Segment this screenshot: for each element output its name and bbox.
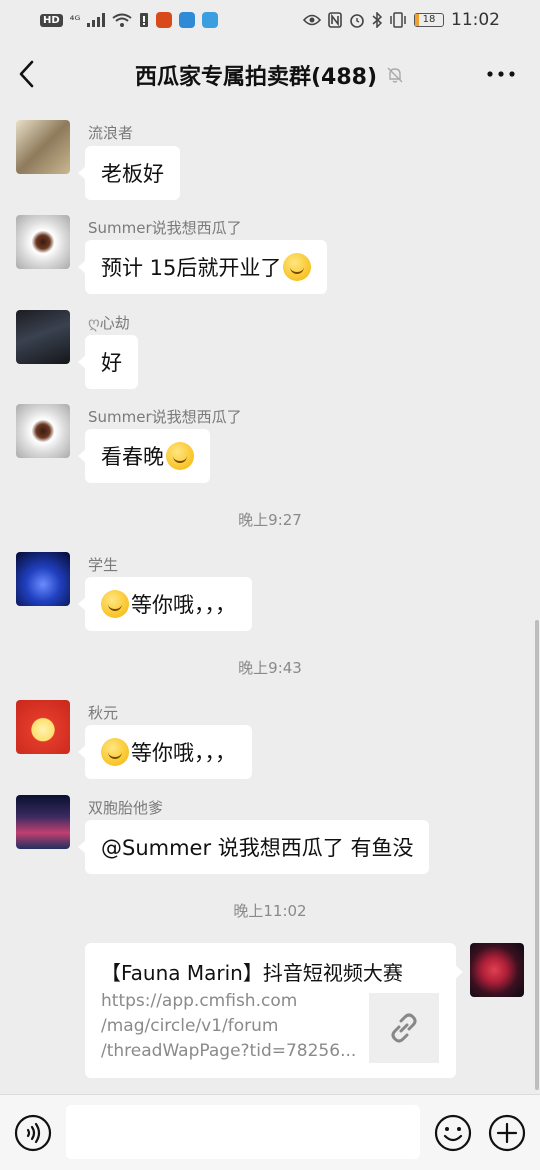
network-type: ⁴ᴳ <box>69 13 81 27</box>
link-icon <box>391 1013 417 1043</box>
eye-icon <box>303 14 321 26</box>
avatar[interactable] <box>16 310 70 364</box>
smile-emoji-icon <box>101 590 129 618</box>
link-url-line: /threadWapPage?tid=78256... <box>101 1041 357 1061</box>
message-text: 看春晚 <box>101 445 164 469</box>
sender-name: 双胞胎他爹 <box>88 799 164 817</box>
chat-title: 西瓜家专属拍卖群(488) <box>134 65 378 90</box>
smile-emoji-icon <box>101 738 129 766</box>
timestamp: 晚上11:02 <box>233 902 307 920</box>
status-left: HD ⁴ᴳ <box>40 12 219 28</box>
message-text: @Summer 说我想西瓜了 有鱼没 <box>101 836 414 860</box>
avatar[interactable] <box>16 404 70 458</box>
hd-badge: HD <box>40 13 63 27</box>
alert-icon <box>140 13 149 27</box>
message-bubble[interactable]: 等你哦，，， <box>78 725 252 779</box>
avatar[interactable] <box>16 120 70 174</box>
status-time: 11:02 <box>451 10 500 30</box>
sender-name: 流浪者 <box>88 124 134 142</box>
my-avatar[interactable] <box>470 943 524 997</box>
avatar[interactable] <box>16 700 70 754</box>
sender-name: 学生 <box>88 556 119 574</box>
message-bubble[interactable]: 老板好 <box>78 146 180 200</box>
link-thumbnail <box>369 993 439 1063</box>
avatar[interactable] <box>16 552 70 606</box>
mute-bell-icon <box>387 67 403 83</box>
message-bubble[interactable]: 等你哦，，， <box>78 577 252 631</box>
message-text: 好 <box>101 351 122 375</box>
app-notification-icon <box>156 12 173 28</box>
message-text: 老板好 <box>101 162 164 186</box>
thinking-emoji-icon <box>166 442 194 470</box>
bluetooth-icon <box>372 12 382 28</box>
alarm-icon <box>350 14 364 28</box>
timestamp: 晚上9:27 <box>238 511 302 529</box>
sender-name: 秋元 <box>88 704 119 722</box>
sender-deco: ღ <box>88 314 100 332</box>
more-options-icon[interactable] <box>486 67 516 81</box>
back-arrow-icon[interactable] <box>14 58 44 90</box>
link-card-url: https://app.cmfish.com /mag/circle/v1/fo… <box>101 989 359 1064</box>
message-bubble[interactable]: 好 <box>78 335 138 389</box>
wifi-icon <box>112 13 132 27</box>
message-text: 预计 15后就开业了 <box>101 256 282 280</box>
battery-icon: 18 <box>414 13 444 27</box>
sender-name: ღ心劫 <box>88 314 130 332</box>
grin-emoji-icon <box>283 253 312 281</box>
title-bar: 西瓜家专属拍卖群(488) <box>0 40 540 110</box>
message-bubble[interactable]: 预计 15后就开业了 <box>77 240 328 294</box>
signal-icon <box>87 13 106 27</box>
avatar[interactable] <box>16 795 70 849</box>
voice-input-icon[interactable] <box>14 1114 52 1152</box>
status-right: 18 11:02 <box>303 10 500 30</box>
link-card-title: 【Fauna Marin】抖音短视频大赛 <box>101 961 403 985</box>
vibrate-icon <box>390 12 406 28</box>
link-card[interactable]: 【Fauna Marin】抖音短视频大赛 https://app.cmfish.… <box>85 943 463 1078</box>
emoji-picker-icon[interactable] <box>434 1114 472 1152</box>
link-url-line: https://app.cmfish.com <box>101 991 298 1011</box>
message-input[interactable] <box>66 1105 420 1159</box>
nfc-icon <box>328 12 342 28</box>
message-bubble[interactable]: 看春晚 <box>78 429 210 483</box>
timestamp: 晚上9:43 <box>238 659 302 677</box>
status-bar: HD ⁴ᴳ 18 11:02 <box>0 0 540 40</box>
app-notification-icon <box>179 12 196 28</box>
input-bar <box>0 1094 540 1170</box>
avatar[interactable] <box>16 215 70 269</box>
app-notification-icon <box>202 12 219 28</box>
more-functions-plus-icon[interactable] <box>488 1114 526 1152</box>
sender-name: Summer说我想西瓜了 <box>88 219 242 237</box>
message-text: 等你哦，，， <box>131 741 236 765</box>
message-bubble[interactable]: @Summer 说我想西瓜了 有鱼没 <box>77 820 430 874</box>
link-url-line: /mag/circle/v1/forum <box>101 1016 279 1036</box>
message-text: 等你哦，，， <box>131 593 236 617</box>
scrollbar[interactable] <box>535 620 539 1090</box>
sender-name: Summer说我想西瓜了 <box>88 408 242 426</box>
